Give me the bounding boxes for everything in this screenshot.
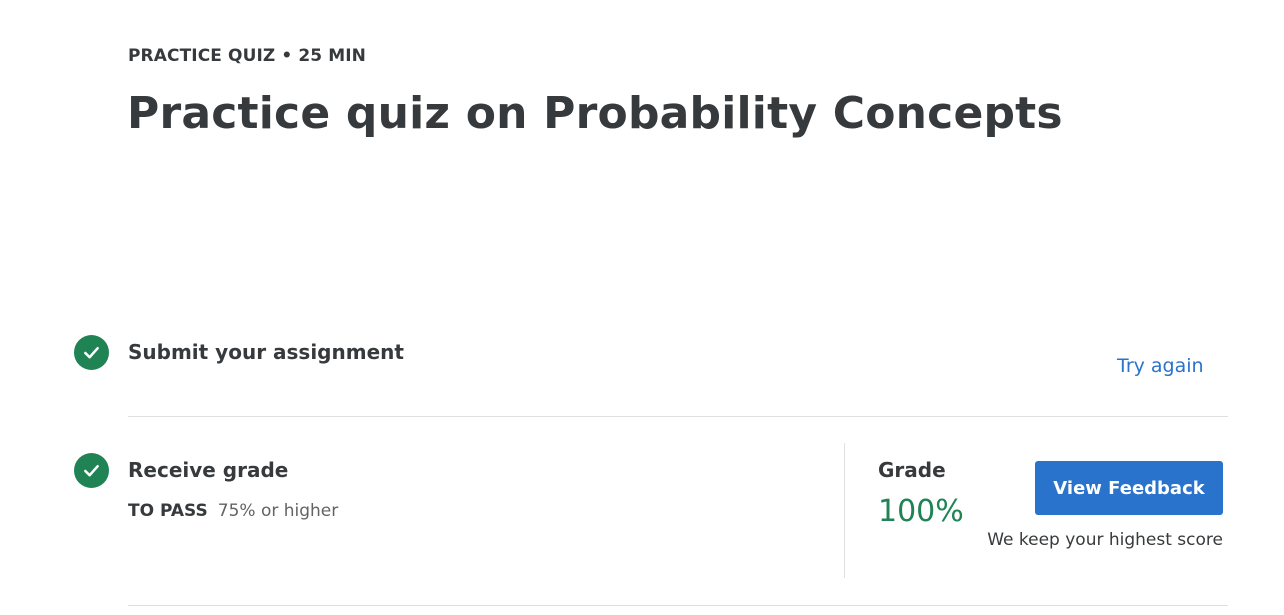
checkmark-circle-icon	[74, 335, 109, 370]
view-feedback-button[interactable]: View Feedback	[1035, 461, 1223, 515]
pass-value: 75% or higher	[217, 501, 339, 521]
step-submit-title: Submit your assignment	[128, 340, 404, 364]
page-title: Practice quiz on Probability Concepts	[127, 88, 1063, 139]
check-icon	[84, 346, 99, 359]
check-icon	[84, 464, 99, 477]
section-divider	[128, 416, 1228, 417]
grade-divider	[844, 443, 845, 578]
bottom-divider	[128, 605, 1228, 606]
step-receive-grade-title: Receive grade	[128, 458, 289, 482]
checkmark-circle-icon	[74, 453, 109, 488]
grade-value: 100%	[878, 494, 964, 529]
try-again-link[interactable]: Try again	[1117, 355, 1204, 377]
grade-label: Grade	[878, 458, 946, 482]
pass-label: TO PASS	[128, 501, 208, 521]
pass-requirement: TO PASS 75% or higher	[128, 501, 338, 521]
quiz-eyebrow: PRACTICE QUIZ • 25 MIN	[128, 46, 366, 66]
quiz-page: PRACTICE QUIZ • 25 MIN Practice quiz on …	[0, 0, 1284, 615]
highest-score-note: We keep your highest score	[987, 530, 1223, 550]
